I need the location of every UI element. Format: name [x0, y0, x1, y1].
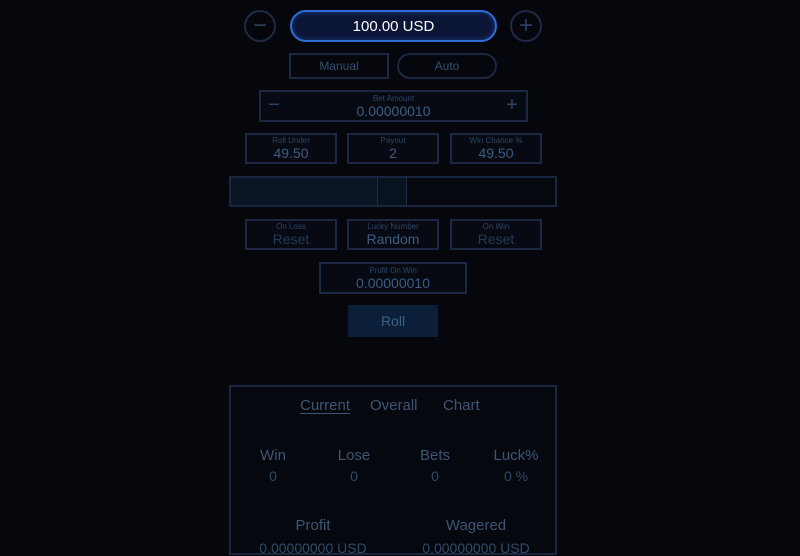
lucky-number-label: Lucky Number [367, 222, 419, 231]
balance-value: 100.00 USD [352, 17, 435, 35]
stat-wagered-label: Wagered [445, 517, 507, 534]
increase-balance-button[interactable]: + [510, 10, 542, 42]
profit-on-win-field: Profit On Win 0.00000010 [319, 262, 467, 294]
bet-amount-field[interactable]: Bet Amount 0.00000010 [259, 90, 528, 122]
stat-win: Win 0 [238, 447, 308, 484]
payout-label: Payout [380, 136, 406, 145]
stat-profit: Profit 0.00000000 USD [243, 517, 383, 556]
bet-amount-value: 0.00000010 [356, 102, 431, 119]
plus-icon: + [506, 93, 518, 116]
stat-win-value: 0 [269, 468, 277, 484]
bet-amount-label: Bet Amount [372, 93, 415, 103]
on-win-field[interactable]: On Win Reset [450, 219, 542, 250]
win-chance-field[interactable]: Win Chance % 49.50 [450, 133, 542, 164]
on-win-label: On Win [482, 222, 510, 231]
tab-current[interactable]: Current [300, 397, 350, 414]
stat-bets-value: 0 [431, 468, 439, 484]
profit-on-win-label: Profit On Win [369, 265, 417, 275]
plus-icon: + [518, 12, 533, 39]
decrease-bet-button[interactable]: − [264, 94, 284, 116]
payout-value: 2 [389, 145, 397, 161]
minus-icon: − [268, 93, 280, 116]
roll-under-field[interactable]: Roll Under 49.50 [245, 133, 337, 164]
stat-profit-label: Profit [295, 517, 331, 534]
manual-mode-label: Manual [319, 59, 359, 73]
balance-display[interactable]: 100.00 USD [290, 10, 497, 42]
roll-under-label: Roll Under [272, 136, 310, 145]
roll-slider[interactable] [229, 176, 557, 207]
stat-win-label: Win [260, 447, 286, 464]
profit-on-win-value: 0.00000010 [356, 274, 430, 291]
stat-luck-value: 0 % [503, 468, 529, 484]
on-win-value: Reset [477, 231, 515, 247]
stat-luck: Luck% 0 % [481, 447, 551, 484]
slider-handle[interactable] [377, 178, 407, 205]
stats-panel: Current Overall Chart Win 0 Lose 0 Bets … [229, 385, 557, 556]
win-chance-value: 49.50 [478, 145, 514, 161]
stat-bets: Bets 0 [400, 447, 470, 484]
lucky-number-field[interactable]: Lucky Number Random [347, 219, 439, 250]
on-loss-value: Reset [272, 231, 310, 247]
stat-luck-label: Luck% [493, 447, 539, 464]
tab-overall[interactable]: Overall [370, 397, 418, 414]
on-loss-label: On Loss [276, 222, 306, 231]
increase-bet-button[interactable]: + [502, 94, 522, 116]
roll-under-value: 49.50 [273, 145, 309, 161]
roll-button-label: Roll [380, 313, 406, 329]
on-loss-field[interactable]: On Loss Reset [245, 219, 337, 250]
slider-fill [231, 178, 378, 205]
minus-icon: − [252, 12, 267, 39]
auto-mode-label: Auto [434, 59, 460, 73]
stat-lose: Lose 0 [319, 447, 389, 484]
auto-mode-button[interactable]: Auto [397, 53, 497, 79]
roll-button[interactable]: Roll [348, 305, 438, 337]
lucky-number-value: Random [366, 231, 420, 247]
win-chance-label: Win Chance % [469, 136, 523, 145]
stat-lose-value: 0 [350, 468, 358, 484]
tab-chart[interactable]: Chart [443, 397, 480, 414]
stat-wagered: Wagered 0.00000000 USD [406, 517, 546, 556]
stat-profit-value: 0.00000000 USD [259, 540, 367, 556]
manual-mode-button[interactable]: Manual [289, 53, 389, 79]
decrease-balance-button[interactable]: − [244, 10, 276, 42]
stat-lose-label: Lose [337, 447, 371, 464]
stat-wagered-value: 0.00000000 USD [422, 540, 530, 556]
payout-field[interactable]: Payout 2 [347, 133, 439, 164]
stat-bets-label: Bets [419, 447, 450, 464]
